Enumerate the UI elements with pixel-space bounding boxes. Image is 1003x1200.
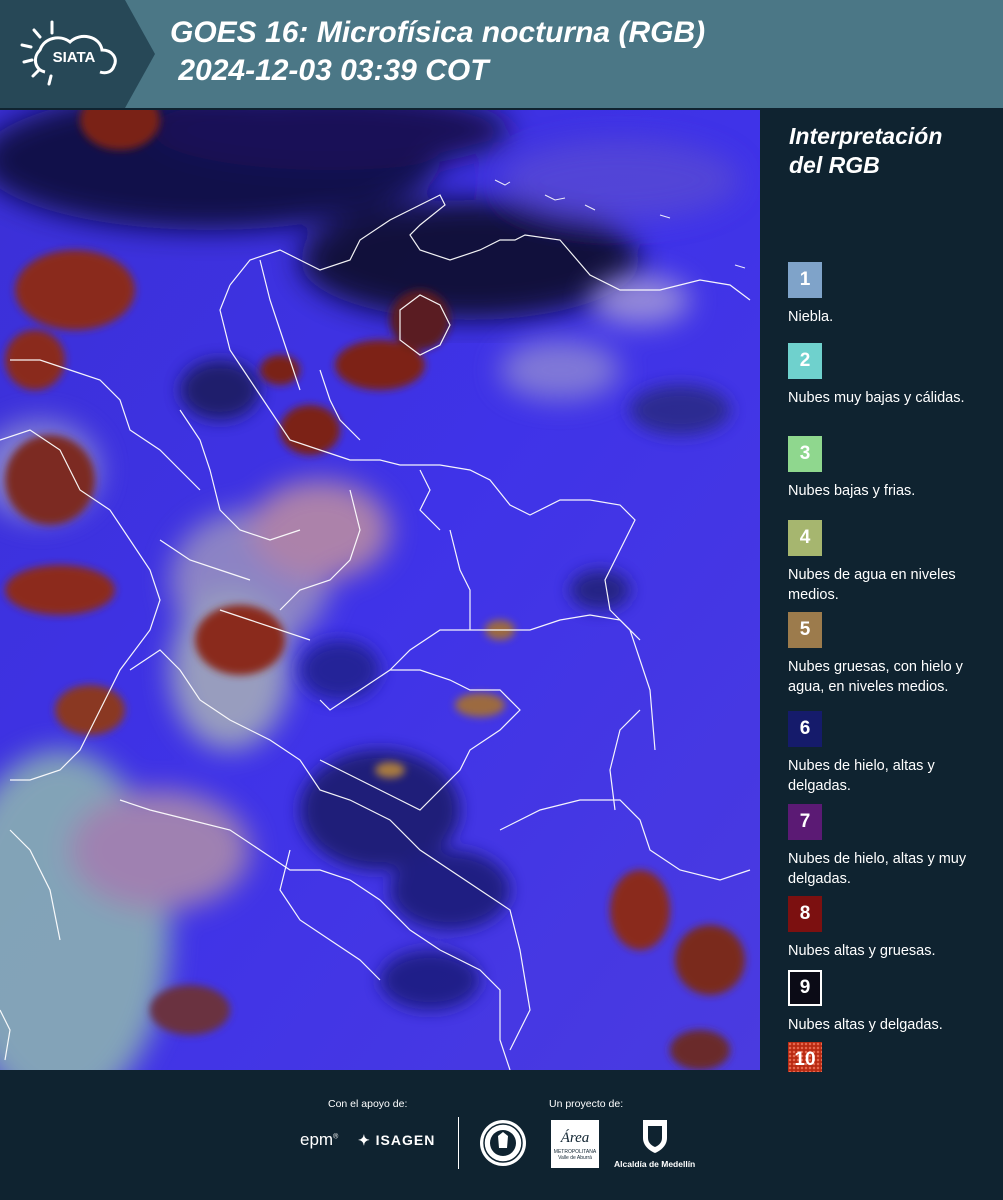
isagen-icon: ✦ — [358, 1132, 371, 1148]
area-logo-sub2: Valle de Aburrá — [558, 1155, 592, 1161]
isagen-logo[interactable]: ✦ ISAGEN — [358, 1132, 435, 1149]
legend-item-label: Nubes altas y gruesas. — [788, 943, 936, 959]
footer: Con el apoyo de: Un proyecto de: epm® ✦ … — [0, 1072, 1003, 1200]
legend-item-7: 7 Nubes de hielo, altas y muy delgadas. — [788, 804, 988, 889]
title-line-2: 2024-12-03 03:39 COT — [170, 54, 489, 87]
epm-logo-text: epm — [300, 1130, 334, 1149]
legend-swatch: 6 — [788, 711, 822, 747]
page-title: GOES 16: Microfísica nocturna (RGB) 2024… — [170, 14, 705, 90]
legend-swatch: 1 — [788, 262, 822, 298]
legend-item-2: 2 Nubes muy bajas y cálidas. — [788, 343, 988, 408]
project-label: Un proyecto de: — [549, 1098, 624, 1110]
isagen-logo-text: ISAGEN — [375, 1132, 436, 1148]
legend-item-label: Nubes altas y delgadas. — [788, 1017, 943, 1033]
alcaldia-logo-text[interactable]: Alcaldía de Medellín — [614, 1159, 695, 1169]
legend-swatch: 5 — [788, 612, 822, 648]
alcaldia-shield-icon — [640, 1118, 670, 1154]
legend-swatch: 2 — [788, 343, 822, 379]
rgb-legend: Interpretación del RGB 1 Niebla. 2 Nubes mu… — [775, 110, 990, 1125]
legend-item-9: 9 Nubes altas y delgadas. — [788, 970, 988, 1035]
legend-swatch: 9 — [788, 970, 822, 1006]
title-line-1: GOES 16: Microfísica nocturna (RGB) — [170, 16, 706, 49]
footer-divider — [458, 1117, 459, 1169]
siata-logo[interactable]: SIATA — [0, 0, 155, 108]
area-metropolitana-logo[interactable]: Área METROPOLITANA Valle de Aburrá — [551, 1120, 599, 1168]
legend-swatch: 7 — [788, 804, 822, 840]
medellin-seal-logo[interactable] — [478, 1118, 528, 1173]
legend-item-4: 4 Nubes de agua en niveles medios. — [788, 520, 988, 605]
satellite-map[interactable] — [0, 110, 760, 1070]
satellite-image — [0, 110, 760, 1070]
legend-swatch: 8 — [788, 896, 822, 932]
legend-item-label: Nubes bajas y frias. — [788, 483, 916, 499]
legend-item-label: Nubes de hielo, altas y muy delgadas. — [788, 851, 967, 887]
epm-logo[interactable]: epm® — [300, 1130, 338, 1150]
legend-item-label: Nubes gruesas, con hielo y agua, en nive… — [788, 659, 963, 695]
legend-item-6: 6 Nubes de hielo, altas y delgadas. — [788, 711, 988, 796]
area-logo-text: Área — [560, 1130, 590, 1146]
legend-title: Interpretación del RGB — [789, 123, 943, 178]
legend-item-3: 3 Nubes bajas y frias. — [788, 436, 988, 501]
legend-item-label: Nubes de hielo, altas y delgadas. — [788, 758, 935, 794]
legend-item-label: Niebla. — [788, 309, 834, 325]
legend-item-1: 1 Niebla. — [788, 262, 988, 327]
legend-item-label: Nubes de agua en niveles medios. — [788, 567, 956, 603]
legend-swatch: 4 — [788, 520, 822, 556]
logo-text: SIATA — [53, 49, 96, 66]
legend-item-8: 8 Nubes altas y gruesas. — [788, 896, 988, 961]
legend-item-5: 5 Nubes gruesas, con hielo y agua, en niv… — [788, 612, 988, 697]
header-bar: SIATA GOES 16: Microfísica nocturna (RGB… — [0, 0, 1003, 108]
legend-item-label: Nubes muy bajas y cálidas. — [788, 390, 965, 406]
support-label: Con el apoyo de: — [328, 1098, 408, 1110]
legend-swatch: 3 — [788, 436, 822, 472]
